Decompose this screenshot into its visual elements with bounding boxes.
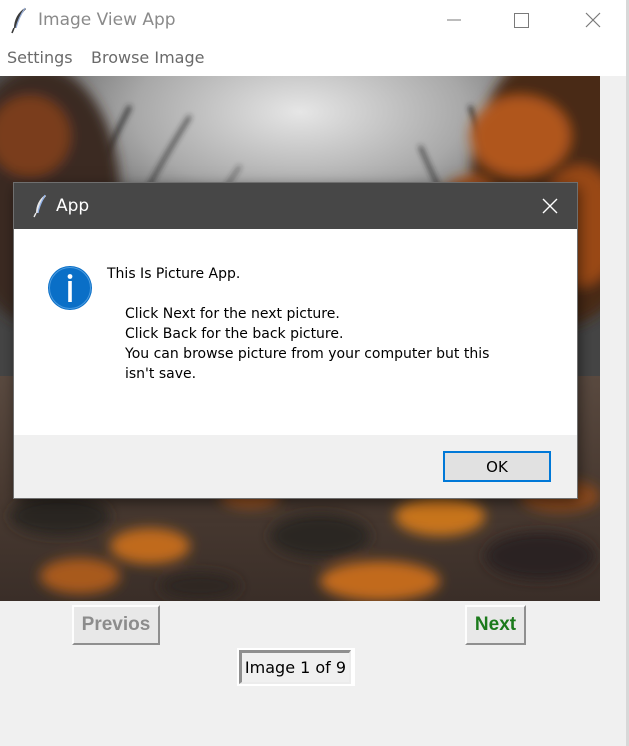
next-button[interactable]: Next	[465, 605, 526, 645]
image-counter: Image 1 of 9	[237, 648, 355, 686]
menu-bar: Settings Browse Image	[0, 40, 629, 76]
dialog-message-line: This Is Picture App.	[107, 266, 241, 282]
window-titlebar: Image View App	[0, 0, 629, 40]
minimize-icon[interactable]	[431, 4, 477, 36]
dialog-titlebar: App	[14, 183, 577, 229]
dialog-message-line: isn't save.	[125, 366, 197, 382]
window-title: Image View App	[38, 10, 176, 30]
menu-browse-image[interactable]: Browse Image	[91, 48, 204, 67]
previous-button[interactable]: Previos	[72, 605, 160, 645]
menu-settings[interactable]: Settings	[7, 48, 73, 67]
dialog-message-line: Click Next for the next picture.	[125, 306, 340, 322]
close-icon[interactable]	[570, 4, 616, 36]
maximize-icon[interactable]	[498, 4, 544, 36]
dialog-body: This Is Picture App. Click Next for the …	[14, 229, 577, 435]
dialog-title: App	[56, 196, 90, 216]
dialog-message-line: You can browse picture from your compute…	[125, 346, 490, 362]
dialog-close-icon[interactable]	[530, 191, 570, 221]
info-icon	[47, 265, 93, 311]
image-counter-label: Image 1 of 9	[239, 650, 351, 684]
dialog-footer: OK	[14, 435, 577, 498]
ok-button[interactable]: OK	[443, 451, 551, 482]
dialog-message-line: Click Back for the back picture.	[125, 326, 344, 342]
feather-icon	[31, 194, 49, 218]
feather-icon	[8, 6, 30, 34]
message-dialog: App This Is Picture App. Click Next for …	[14, 183, 577, 498]
